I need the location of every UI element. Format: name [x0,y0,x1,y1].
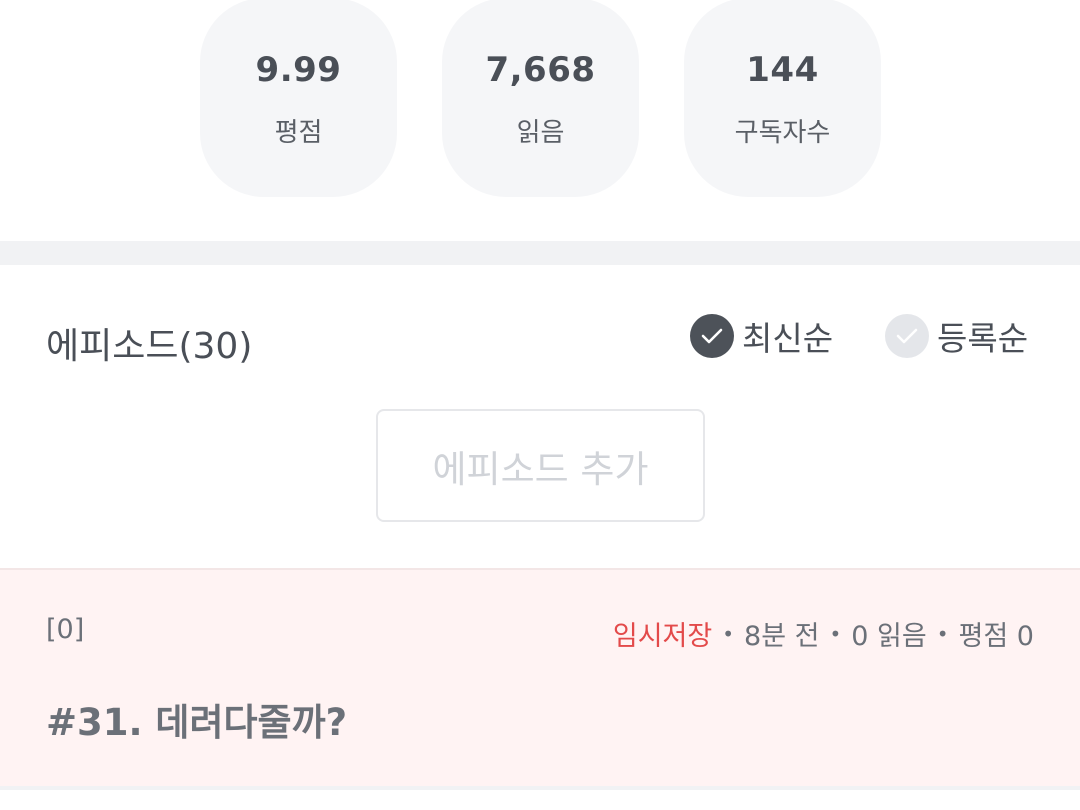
subscribers-label: 구독자수 [734,118,831,148]
sort-latest-option[interactable]: 최신순 [690,313,833,359]
add-episode-button[interactable]: 에피소드 추가 [376,409,705,522]
episode-list-item[interactable]: [0] 임시저장 • 8분 전 • 0 읽음 • 평점 0 #31. 데려다줄까… [0,568,1080,788]
separator-dot: • [722,621,735,646]
separator-dot: • [829,621,842,646]
episode-title: #31. 데려다줄까? [46,701,348,744]
bottom-divider [0,786,1080,790]
episode-index: [0] [46,614,85,645]
rating-label: 평점 [274,118,323,148]
rating-value: 9.99 [255,50,342,90]
subscribers-stat-card: 144 구독자수 [684,0,881,197]
rating-stat-card: 9.99 평점 [200,0,397,197]
section-divider [0,241,1080,265]
episode-manager-page: 9.99 평점 7,668 읽음 144 구독자수 에피소드(30) 최신순 등… [0,0,1080,810]
sort-latest-label: 최신순 [742,319,834,358]
reads-stat-card: 7,668 읽음 [442,0,639,197]
reads-value: 7,668 [485,50,596,90]
separator-dot: • [936,621,949,646]
episode-header: 에피소드(30) 최신순 등록순 에피소드 추가 [0,265,1080,568]
sort-registered-label: 등록순 [937,319,1029,358]
check-icon [690,314,734,358]
episode-meta: 임시저장 • 8분 전 • 0 읽음 • 평점 0 [613,614,1034,653]
subscribers-value: 144 [746,50,819,90]
episode-time: 8분 전 [744,621,820,652]
stats-section: 9.99 평점 7,668 읽음 144 구독자수 [0,0,1080,241]
draft-status-badge: 임시저장 [612,621,713,652]
check-icon [885,314,929,358]
episode-rating: 평점 0 [958,621,1034,652]
reads-label: 읽음 [516,118,565,148]
episode-reads: 0 읽음 [851,621,927,652]
sort-registered-option[interactable]: 등록순 [885,313,1028,359]
episode-count-title: 에피소드(30) [46,326,253,367]
